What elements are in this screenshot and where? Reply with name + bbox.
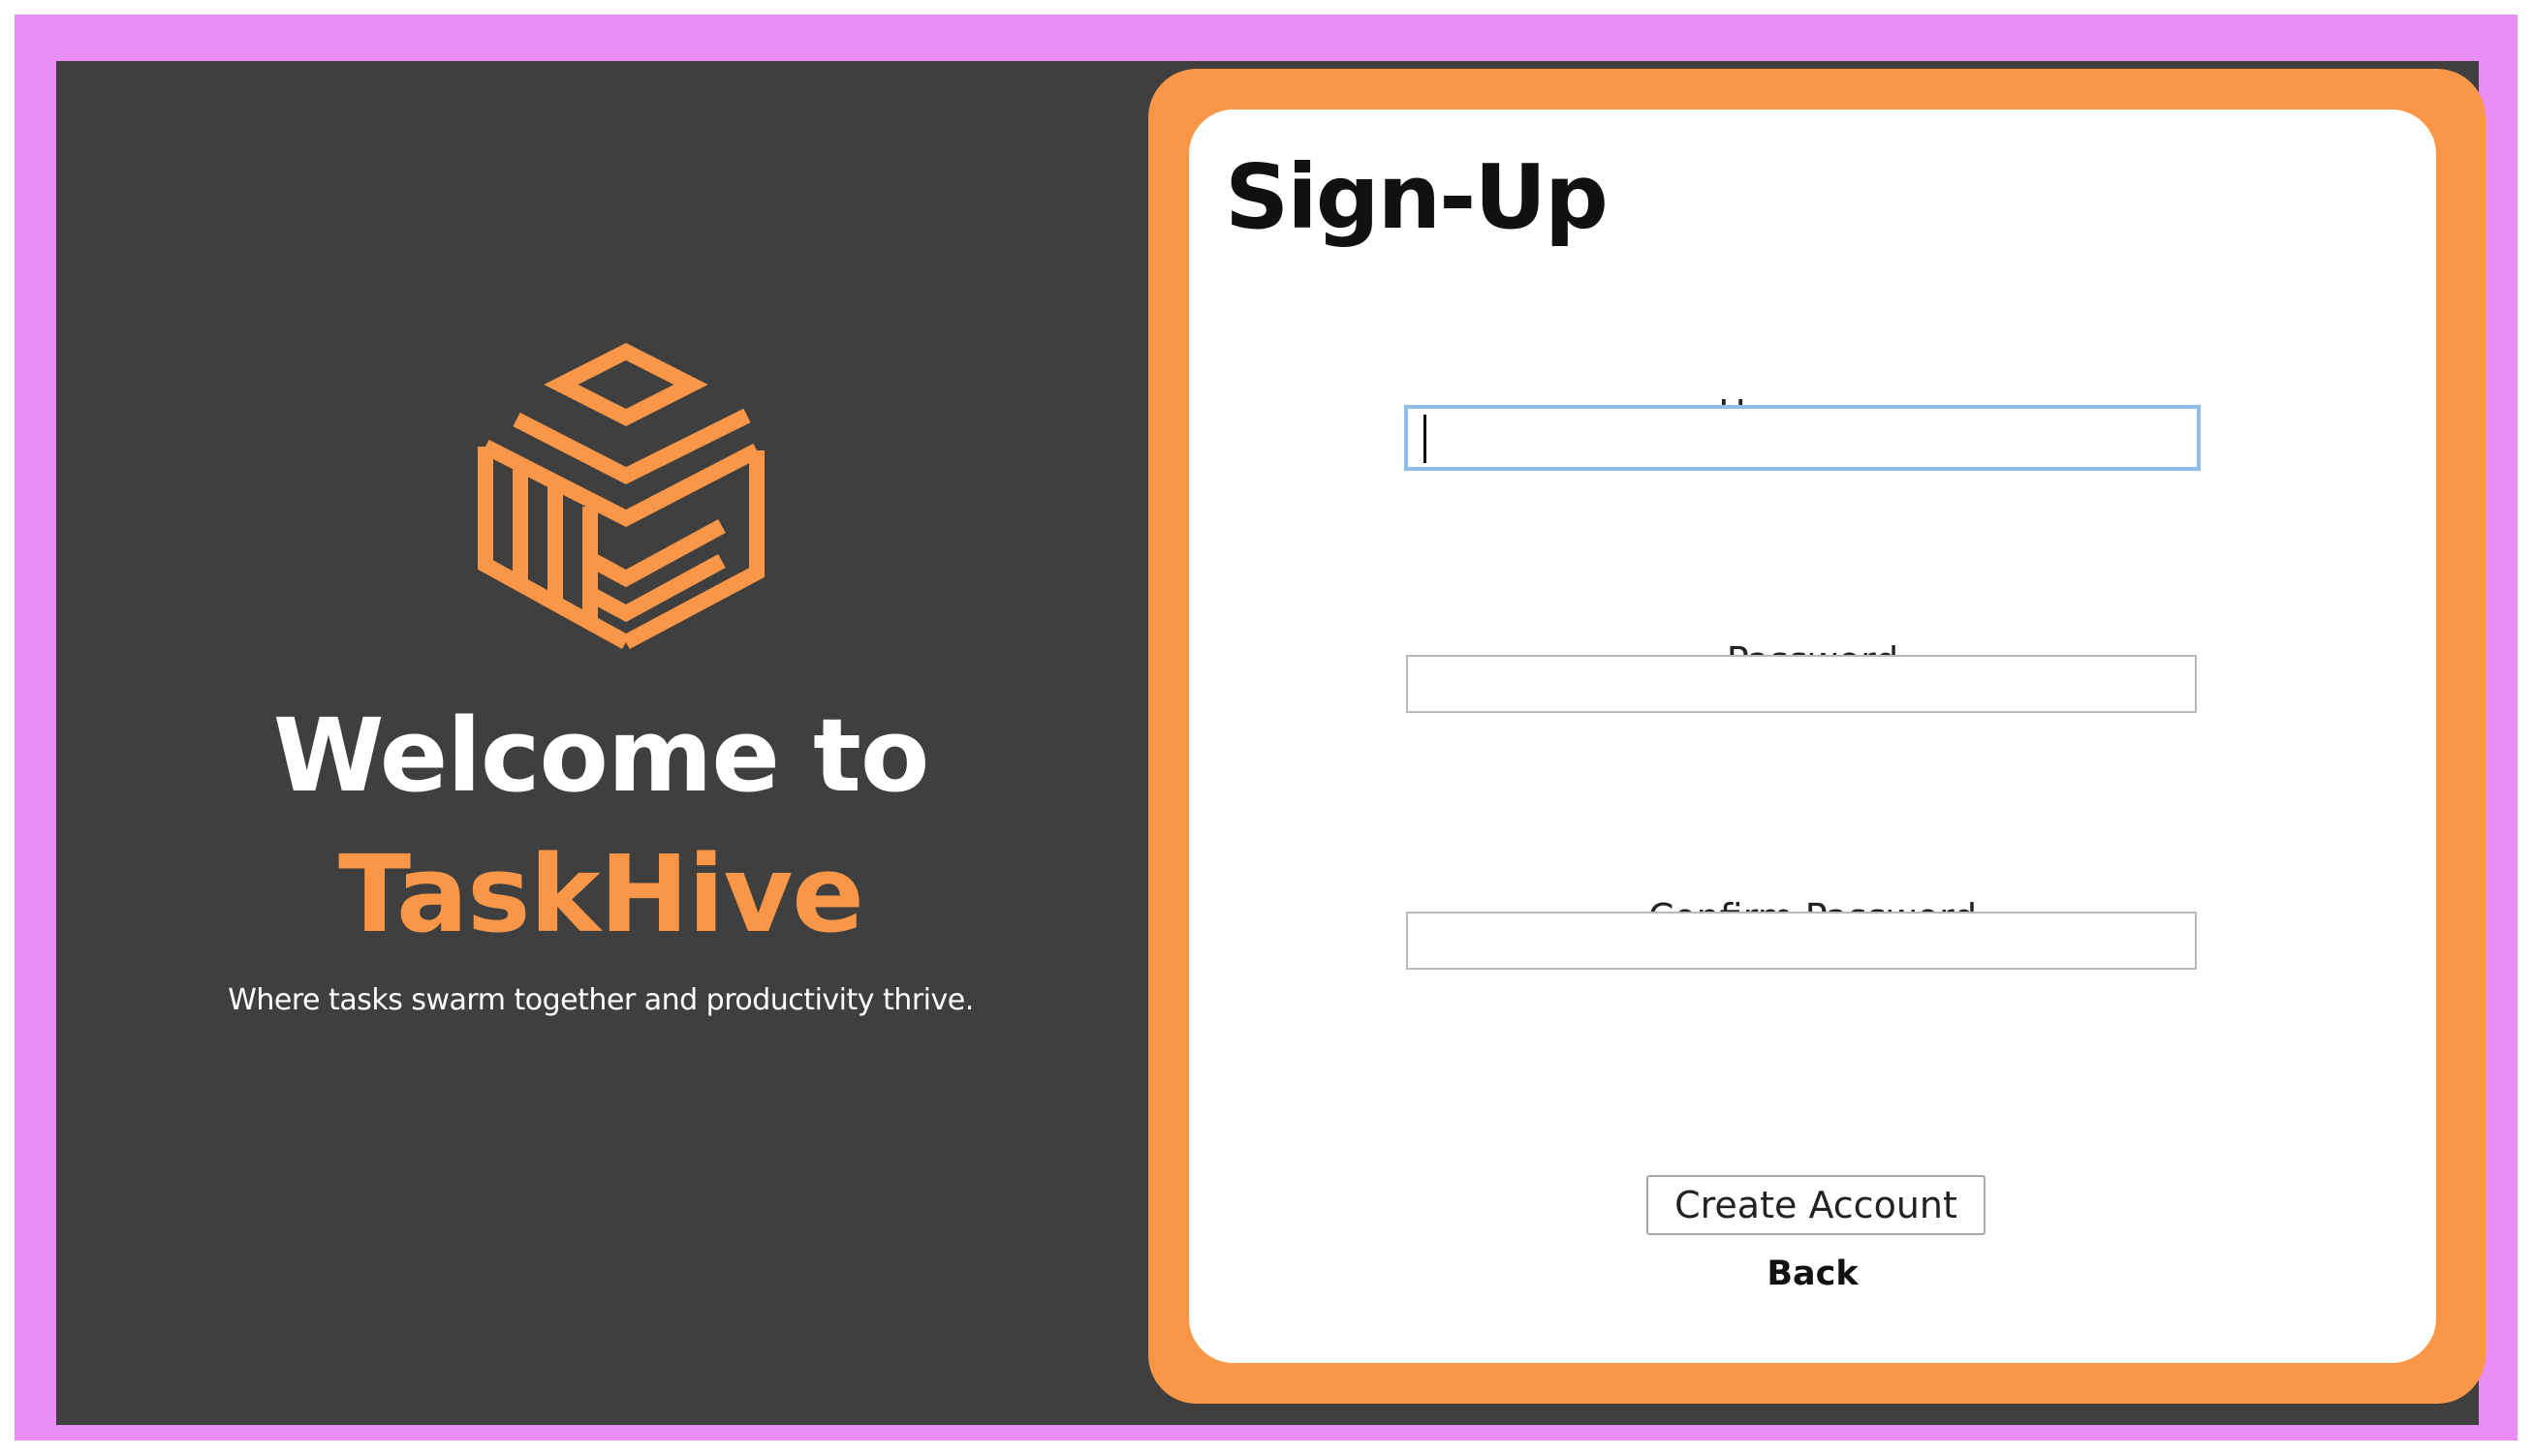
welcome-panel: Welcome to TaskHive Where tasks swarm to… [56, 61, 1145, 1425]
brand-name: TaskHive [338, 832, 864, 956]
username-field[interactable] [1404, 405, 2201, 471]
password-field[interactable] [1406, 655, 2197, 713]
welcome-heading: Welcome to [272, 697, 930, 815]
app-window: Welcome to TaskHive Where tasks swarm to… [56, 61, 2486, 1425]
outer-frame: Welcome to TaskHive Where tasks swarm to… [15, 15, 2517, 1441]
page-title: Sign-Up [1225, 145, 1609, 249]
signup-card: Sign-Up Username Password Confirm Passwo… [1189, 109, 2436, 1363]
hexagon-cube-logo-icon [478, 343, 765, 650]
text-caret [1423, 415, 1426, 463]
create-account-button[interactable]: Create Account [1646, 1175, 1986, 1235]
signup-card-border: Sign-Up Username Password Confirm Passwo… [1148, 69, 2486, 1404]
confirm-password-field[interactable] [1406, 912, 2197, 970]
back-button[interactable]: Back [1189, 1257, 2436, 1291]
tagline: Where tasks swarm together and productiv… [228, 983, 974, 1017]
